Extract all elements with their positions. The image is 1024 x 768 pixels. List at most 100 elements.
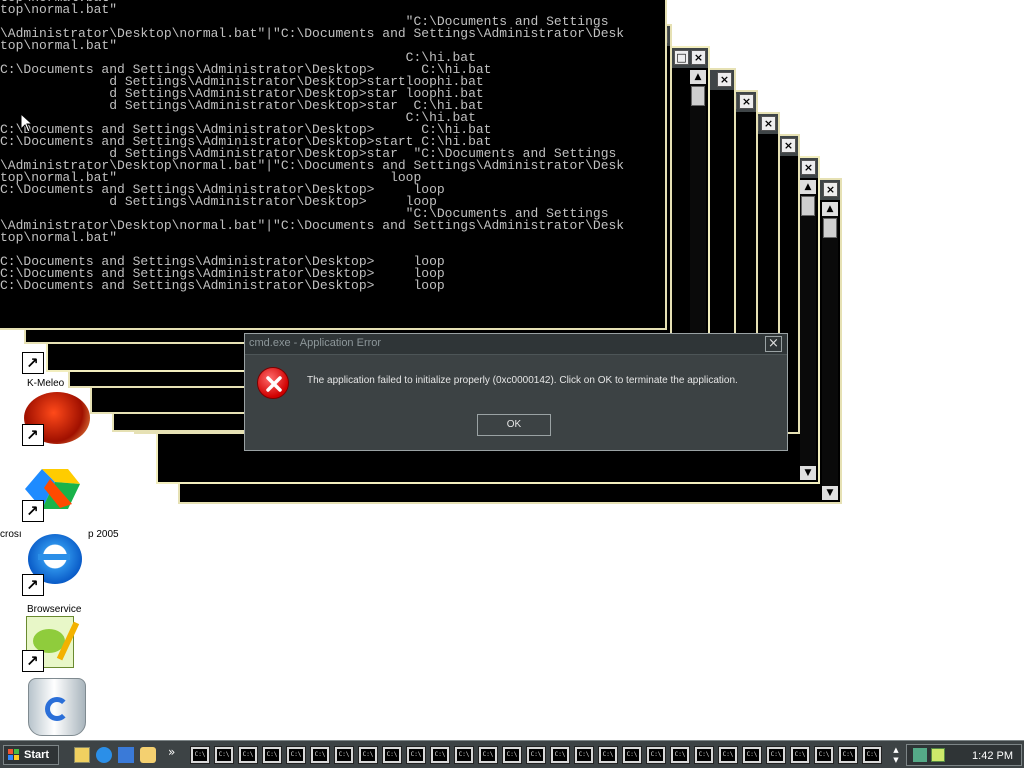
taskbar-cmd-button[interactable]: C:\ xyxy=(238,746,258,764)
media-icon[interactable] xyxy=(140,747,156,763)
taskbar-cmd-button[interactable]: C:\ xyxy=(190,746,210,764)
taskbar-cmd-button[interactable]: C:\ xyxy=(478,746,498,764)
taskbar-cmd-button[interactable]: C:\ xyxy=(766,746,786,764)
scroll-thumb[interactable] xyxy=(691,86,705,106)
taskbar-cmd-button[interactable]: C:\ xyxy=(526,746,546,764)
taskbar-cmd-button[interactable]: C:\ xyxy=(670,746,690,764)
taskbar-cmd-button[interactable]: C:\ xyxy=(502,746,522,764)
taskbar-cmd-button[interactable]: C:\ xyxy=(814,746,834,764)
taskbar-cmd-button[interactable]: C:\ xyxy=(742,746,762,764)
console-text: top\normal.bat" top\normal.bat" "C:\Docu… xyxy=(0,0,625,293)
cmd-icon: C:\ xyxy=(577,749,591,761)
taskbar-cmd-button[interactable]: C:\ xyxy=(718,746,738,764)
taskbar-cmd-button[interactable]: C:\ xyxy=(550,746,570,764)
taskbar-cmd-button[interactable]: C:\ xyxy=(286,746,306,764)
cmd-icon: C:\ xyxy=(457,749,471,761)
scroll-up-arrow-icon[interactable]: ▲ xyxy=(822,202,838,216)
desktop-icon-kmeleo[interactable]: ↗ K-Meleo xyxy=(20,348,90,392)
vertical-scrollbar[interactable]: ▲ ▼ xyxy=(800,180,816,480)
icon-label-right: p 2005 xyxy=(88,529,119,540)
desktop-icon-browservice[interactable]: ↗ Browservice xyxy=(20,528,90,618)
cmd-icon: C:\ xyxy=(289,749,303,761)
taskbar-cmd-button[interactable]: C:\ xyxy=(790,746,810,764)
scroll-down-arrow-icon[interactable]: ▼ xyxy=(800,466,816,480)
taskbar-cmd-button[interactable]: C:\ xyxy=(598,746,618,764)
quick-launch-chevron-icon[interactable]: » xyxy=(168,745,175,759)
scroll-up-arrow-icon[interactable]: ▲ xyxy=(800,180,816,194)
taskbar-cmd-button[interactable]: C:\ xyxy=(406,746,426,764)
cmd-icon: C:\ xyxy=(337,749,351,761)
cmd-icon: C:\ xyxy=(385,749,399,761)
cmd-icon: C:\ xyxy=(601,749,615,761)
desktop-icon-recycle-bin[interactable] xyxy=(20,676,90,736)
start-label: Start xyxy=(24,749,50,761)
recycle-bin-icon xyxy=(28,678,86,736)
vertical-scrollbar[interactable]: ▲ ▼ xyxy=(822,202,838,500)
windows-logo-icon xyxy=(8,749,19,760)
vertical-scrollbar[interactable]: ▲ xyxy=(690,70,706,368)
taskbar-cmd-button[interactable]: C:\ xyxy=(430,746,450,764)
cmd-icon: C:\ xyxy=(553,749,567,761)
outlook-icon[interactable] xyxy=(118,747,134,763)
cmd-icon: C:\ xyxy=(673,749,687,761)
network-icon[interactable] xyxy=(913,748,927,762)
close-button[interactable]: × xyxy=(761,116,776,131)
cmd-icon: C:\ xyxy=(241,749,255,761)
cmd-icon: C:\ xyxy=(817,749,831,761)
cmd-icon: C:\ xyxy=(793,749,807,761)
error-message: The application failed to initialize pro… xyxy=(307,375,738,386)
cmd-icon: C:\ xyxy=(433,749,447,761)
cmd-icon: C:\ xyxy=(313,749,327,761)
taskbar-cmd-button[interactable]: C:\ xyxy=(694,746,714,764)
taskbar-cmd-button[interactable]: C:\ xyxy=(214,746,234,764)
close-button[interactable]: × xyxy=(717,72,732,87)
start-button[interactable]: Start xyxy=(3,745,59,765)
cmd-icon: C:\ xyxy=(769,749,783,761)
taskbar-scroll-icon[interactable]: ▲ ▼ xyxy=(890,745,902,765)
scroll-down-arrow-icon[interactable]: ▼ xyxy=(822,486,838,500)
taskbar-cmd-button[interactable]: C:\ xyxy=(646,746,666,764)
cmd-icon: C:\ xyxy=(697,749,711,761)
close-button[interactable]: × xyxy=(823,182,838,197)
taskbar-cmd-button[interactable]: C:\ xyxy=(622,746,642,764)
ok-button[interactable]: OK xyxy=(477,414,551,436)
console-output[interactable]: top\normal.bat" top\normal.bat" "C:\Docu… xyxy=(0,0,667,330)
application-error-dialog[interactable]: cmd.exe - Application Error × The applic… xyxy=(244,333,788,451)
taskbar-cmd-button[interactable]: C:\ xyxy=(334,746,354,764)
taskbar-cmd-button[interactable]: C:\ xyxy=(454,746,474,764)
taskbar-cmd-button[interactable]: C:\ xyxy=(310,746,330,764)
close-button[interactable]: × xyxy=(801,160,816,175)
taskbar: Start » C:\ C:\ C:\ C:\ C:\ C:\ C:\ C:\ C:\ C:\ C:… xyxy=(0,740,1024,768)
taskbar-cmd-button[interactable]: C:\ xyxy=(862,746,882,764)
close-button[interactable]: × xyxy=(739,94,754,109)
scroll-thumb[interactable] xyxy=(823,218,837,238)
notepad-tray-icon[interactable] xyxy=(931,748,945,762)
taskbar-cmd-button[interactable]: C:\ xyxy=(358,746,378,764)
taskbar-cmd-button[interactable]: C:\ xyxy=(574,746,594,764)
close-button[interactable]: × xyxy=(691,50,706,65)
maximize-button[interactable]: □ xyxy=(674,50,689,65)
cmd-icon: C:\ xyxy=(361,749,375,761)
taskbar-cmd-button[interactable]: C:\ xyxy=(262,746,282,764)
cmd-icon: C:\ xyxy=(745,749,759,761)
taskbar-cmd-button[interactable]: C:\ xyxy=(382,746,402,764)
scroll-thumb[interactable] xyxy=(801,196,815,216)
dialog-close-button[interactable]: × xyxy=(765,336,782,352)
shortcut-arrow-icon: ↗ xyxy=(22,650,44,672)
cmd-icon: C:\ xyxy=(841,749,855,761)
cmd-icon: C:\ xyxy=(625,749,639,761)
desktop-icon-notepad-plus[interactable]: ↗ xyxy=(20,614,90,674)
cmd-icon: C:\ xyxy=(409,749,423,761)
clock[interactable]: 1:42 PM xyxy=(972,750,1013,762)
cmd-icon: C:\ xyxy=(505,749,519,761)
cmd-icon: C:\ xyxy=(193,749,207,761)
close-button[interactable]: × xyxy=(781,138,796,153)
error-icon xyxy=(257,367,289,399)
scroll-up-arrow-icon[interactable]: ▲ xyxy=(690,70,706,84)
shortcut-arrow-icon: ↗ xyxy=(22,424,44,446)
dialog-title-bar[interactable]: cmd.exe - Application Error × xyxy=(245,334,787,355)
show-desktop-icon[interactable] xyxy=(74,747,90,763)
taskbar-cmd-button[interactable]: C:\ xyxy=(838,746,858,764)
internet-explorer-icon[interactable] xyxy=(96,747,112,763)
desktop-icon-red-ball[interactable]: ↗ xyxy=(20,392,90,448)
